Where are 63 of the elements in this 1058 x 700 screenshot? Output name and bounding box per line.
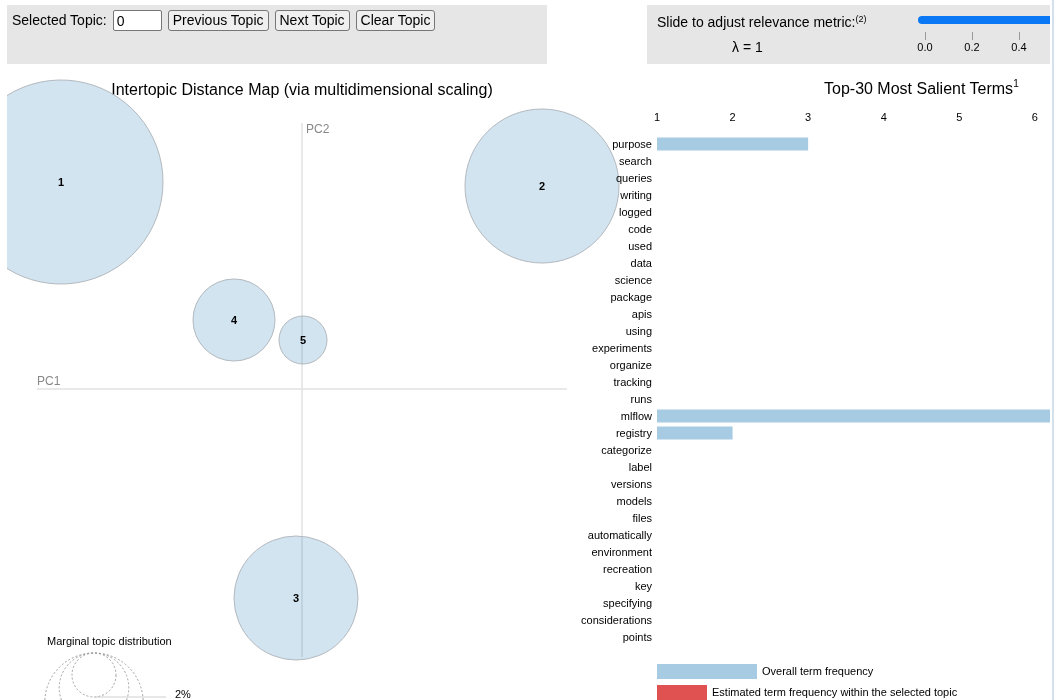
legend-label: Overall term frequency	[762, 665, 874, 677]
topic-number-field[interactable]: 0	[112, 10, 162, 31]
axis-tick-label: 2	[729, 111, 736, 123]
term-label: search	[618, 155, 652, 167]
axis-tick-label: 5	[956, 111, 963, 123]
term-label: label	[628, 461, 652, 473]
axis-label: PC2	[306, 122, 330, 136]
term-label: package	[610, 291, 652, 303]
term-label: points	[622, 631, 652, 643]
topic-number: 3	[292, 592, 300, 604]
term-label: automatically	[587, 529, 652, 541]
map-title: Intertopic Distance Map (via multidimensional scaling)	[111, 81, 493, 98]
topic-number: 2	[538, 180, 546, 192]
relevance-label: Slide to adjust relevance metric:$^{(2)}$	[657, 13, 867, 31]
term-label: science	[614, 274, 652, 286]
term-label: queries	[615, 172, 652, 184]
slider-tick-label: 0.4	[1009, 32, 1029, 54]
term-label: writing	[620, 189, 652, 201]
term-label: files	[632, 512, 652, 524]
relevance-slider[interactable]	[918, 16, 1050, 24]
topic-circle[interactable]	[192, 278, 276, 362]
previous-topic-button[interactable]: Previous Topic	[167, 10, 269, 31]
term-label: considerations	[581, 614, 652, 626]
term-label: code	[628, 223, 652, 235]
next-topic-button[interactable]: Next Topic	[274, 10, 350, 31]
axis-tick-label: 1	[653, 111, 661, 123]
term-label: registry	[615, 427, 652, 439]
axis-label: PC1	[37, 374, 61, 388]
term-label: key	[634, 580, 652, 592]
term-label: logged	[618, 206, 652, 218]
chart-title: Top-30 Most Salient Terms$^{1}$	[824, 77, 1019, 98]
topic-number: 1	[57, 176, 65, 188]
slider-tick-label: 0.0	[915, 32, 935, 54]
term-label: data	[630, 257, 652, 269]
term-label: runs	[630, 393, 652, 405]
term-label: mlflow	[620, 410, 652, 422]
term-label: used	[628, 240, 652, 252]
lambda-value: λ = 1	[732, 38, 763, 56]
term-label: models	[616, 495, 652, 507]
term-label: versions	[611, 478, 652, 490]
term-label: specifying	[603, 597, 652, 609]
size-legend-title: Marginal topic distribution	[47, 635, 172, 647]
axis-tick-label: 4	[880, 111, 887, 123]
topic-circle[interactable]	[278, 315, 328, 365]
term-label: environment	[591, 546, 652, 558]
topic-circle[interactable]	[233, 535, 359, 661]
size-legend-label: 2%	[175, 688, 191, 700]
term-label: categorize	[601, 444, 652, 456]
legend-label: Estimated term frequency within the selected topic	[712, 686, 958, 698]
term-label: tracking	[613, 376, 652, 388]
axis-tick-label: 3	[805, 111, 812, 123]
slider-tick-label: 0.2	[962, 32, 982, 54]
term-label: purpose	[612, 138, 652, 150]
term-label: recreation	[603, 563, 652, 575]
term-label: experiments	[592, 342, 652, 354]
topic-number: 5	[299, 334, 307, 346]
term-label: apis	[631, 308, 652, 320]
term-label: organize	[609, 359, 652, 371]
clear-topic-button[interactable]: Clear Topic	[355, 10, 436, 31]
term-label: using	[625, 325, 652, 337]
axis-tick-label: 6	[1031, 111, 1038, 123]
topic-number: 4	[230, 314, 238, 326]
selected-topic-label: Selected Topic:	[12, 11, 107, 30]
